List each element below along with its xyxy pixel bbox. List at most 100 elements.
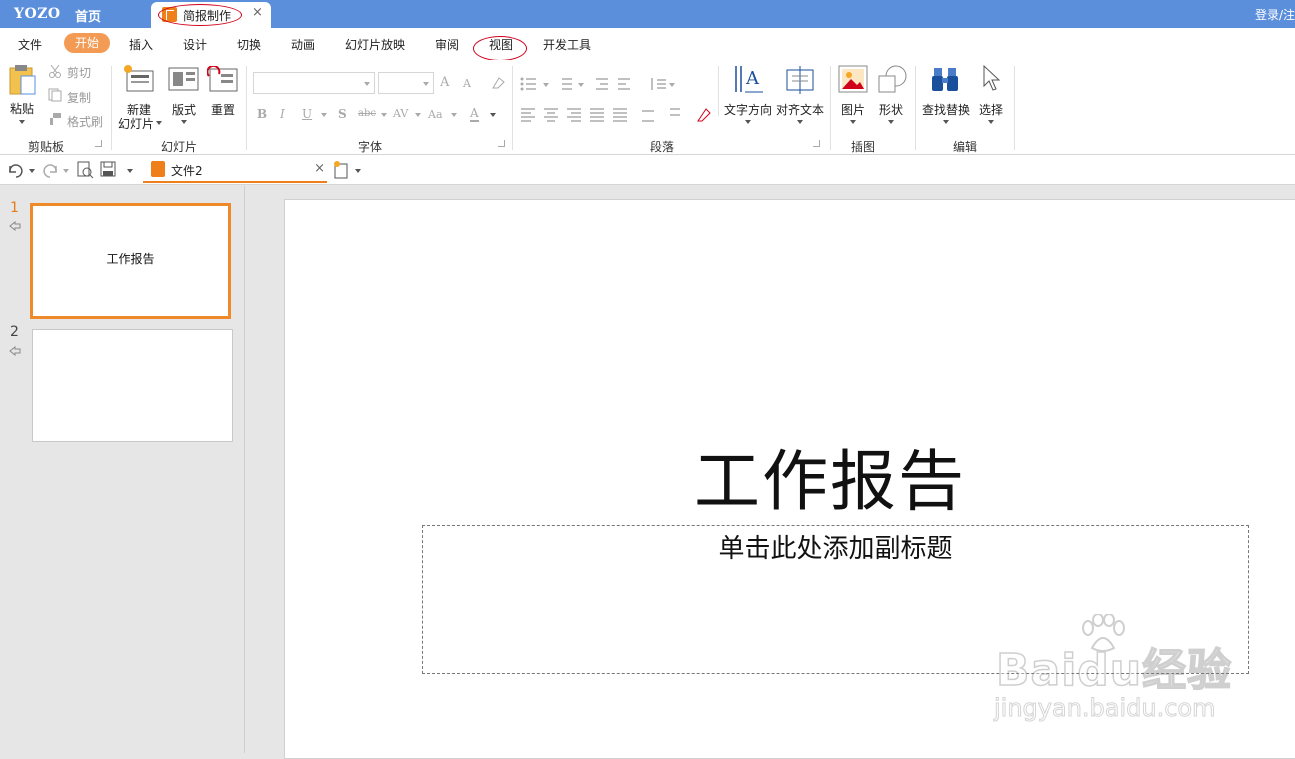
quick-access-bar: 文件2 × xyxy=(0,155,1295,185)
find-replace-dropdown-icon[interactable] xyxy=(943,120,949,124)
redo-icon[interactable] xyxy=(40,162,60,178)
paste-icon[interactable] xyxy=(8,64,38,96)
clear-format-icon[interactable] xyxy=(490,76,506,90)
menu-animations[interactable]: 动画 xyxy=(291,36,315,53)
cursor-arrow-icon[interactable] xyxy=(980,64,1004,96)
thumbnail-title: 工作报告 xyxy=(106,252,155,266)
font-launcher-icon[interactable] xyxy=(498,140,505,147)
layout-dropdown-icon[interactable] xyxy=(181,120,187,124)
new-slide-dropdown-icon[interactable] xyxy=(156,121,162,125)
picture-dropdown-icon[interactable] xyxy=(850,120,856,124)
layout-icon[interactable] xyxy=(168,66,200,94)
new-slide-label-2[interactable]: 幻灯片 xyxy=(118,115,154,132)
title-bar: YOZO 首页 简报制作 × 登录/注 xyxy=(0,0,1295,28)
bold-button[interactable]: B xyxy=(257,107,267,121)
shadow-button[interactable]: S xyxy=(338,107,347,121)
illustration-group-label: 插图 xyxy=(851,140,876,154)
paragraph-launcher-icon[interactable] xyxy=(813,140,820,147)
new-document-icon[interactable] xyxy=(333,161,351,179)
slides-panel: 1 工作报告 2 xyxy=(0,186,245,753)
menu-review[interactable]: 审阅 xyxy=(435,36,459,53)
watermark: Baidu经验 jingyan.baidu.com xyxy=(990,612,1232,724)
copy-icon xyxy=(48,88,62,102)
copy-button[interactable]: 复制 xyxy=(67,89,91,106)
shrink-font-button[interactable]: A xyxy=(463,77,471,90)
slide-title[interactable]: 工作报告 xyxy=(285,428,1295,524)
reset-icon[interactable] xyxy=(207,66,239,94)
slide-thumbnail[interactable]: 工作报告 xyxy=(30,203,231,319)
format-painter-button[interactable]: 格式刷 xyxy=(67,113,103,130)
redo-dropdown-icon[interactable] xyxy=(63,169,69,173)
document-tab[interactable]: 简报制作 × xyxy=(151,2,271,28)
strikethrough-dropdown-icon[interactable] xyxy=(381,113,387,117)
layout-button[interactable]: 版式 xyxy=(172,101,196,118)
italic-button[interactable]: I xyxy=(280,107,285,121)
new-slide-icon[interactable] xyxy=(123,63,155,95)
menu-file[interactable]: 文件 xyxy=(18,36,42,53)
close-tab-icon[interactable]: × xyxy=(252,5,263,20)
numbering-dropdown-icon[interactable] xyxy=(578,83,584,87)
transition-icon xyxy=(9,346,21,356)
align-text-dropdown-icon[interactable] xyxy=(797,120,803,124)
align-text-button[interactable]: 对齐文本 xyxy=(776,101,824,118)
font-family-select[interactable] xyxy=(253,72,375,94)
cut-button[interactable]: 剪切 xyxy=(67,64,91,81)
edit-group-label: 编辑 xyxy=(953,140,978,154)
font-color-button[interactable]: A xyxy=(470,106,479,122)
line-spacing-dropdown-icon[interactable] xyxy=(669,83,675,87)
new-document-dropdown-icon[interactable] xyxy=(355,169,361,173)
menu-transitions[interactable]: 切换 xyxy=(237,36,261,53)
font-size-select[interactable] xyxy=(378,72,434,94)
menu-developer[interactable]: 开发工具 xyxy=(543,36,591,53)
grow-font-button[interactable]: A xyxy=(440,75,449,90)
shape-dropdown-icon[interactable] xyxy=(888,120,894,124)
change-case-button[interactable]: Aa xyxy=(428,108,443,121)
save-icon[interactable] xyxy=(100,161,118,179)
print-preview-icon[interactable] xyxy=(76,161,94,179)
home-tab[interactable]: 首页 xyxy=(75,6,101,25)
char-spacing-button[interactable]: AV xyxy=(393,107,408,120)
subtitle-placeholder-text: 单击此处添加副标题 xyxy=(718,534,953,564)
file-tab[interactable]: 文件2 × xyxy=(143,158,327,183)
svg-text:A: A xyxy=(745,68,760,89)
paragraph-group-label: 段落 xyxy=(650,140,675,154)
binoculars-icon[interactable] xyxy=(930,64,962,96)
login-link[interactable]: 登录/注 xyxy=(1255,6,1295,23)
paste-button[interactable]: 粘贴 xyxy=(10,100,34,117)
paste-dropdown-icon[interactable] xyxy=(19,120,25,124)
font-group-label: 字体 xyxy=(358,140,383,154)
undo-icon[interactable] xyxy=(6,162,26,178)
slide-thumbnail[interactable] xyxy=(32,329,233,442)
char-spacing-dropdown-icon[interactable] xyxy=(415,113,421,117)
underline-button[interactable]: U xyxy=(302,107,312,121)
text-direction-icon[interactable]: A xyxy=(733,64,765,96)
text-direction-button[interactable]: 文字方向 xyxy=(724,101,772,118)
find-replace-button[interactable]: 查找替换 xyxy=(922,101,970,118)
undo-dropdown-icon[interactable] xyxy=(29,169,35,173)
font-color-dropdown-icon[interactable] xyxy=(490,113,496,117)
underline-dropdown-icon[interactable] xyxy=(321,113,327,117)
shape-button[interactable]: 形状 xyxy=(879,101,903,118)
text-direction-dropdown-icon[interactable] xyxy=(745,120,751,124)
select-button[interactable]: 选择 xyxy=(979,101,1003,118)
bullets-dropdown-icon[interactable] xyxy=(543,83,549,87)
shape-icon[interactable] xyxy=(876,64,908,96)
menu-design[interactable]: 设计 xyxy=(183,36,207,53)
menu-home[interactable]: 开始 xyxy=(64,33,110,53)
clipboard-launcher-icon[interactable] xyxy=(95,140,102,147)
picture-icon[interactable] xyxy=(838,64,870,96)
align-text-icon[interactable] xyxy=(785,64,817,96)
strikethrough-button[interactable]: abc xyxy=(358,108,376,119)
reset-button[interactable]: 重置 xyxy=(211,101,235,118)
close-file-icon[interactable]: × xyxy=(314,161,325,176)
select-dropdown-icon[interactable] xyxy=(988,120,994,124)
transition-icon xyxy=(9,221,21,231)
menu-insert[interactable]: 插入 xyxy=(129,36,153,53)
change-case-dropdown-icon[interactable] xyxy=(451,113,457,117)
group-divider xyxy=(830,66,831,150)
picture-button[interactable]: 图片 xyxy=(841,101,865,118)
chevron-down-icon xyxy=(423,82,429,86)
customize-qat-icon[interactable] xyxy=(127,169,133,173)
menu-slideshow[interactable]: 幻灯片放映 xyxy=(345,36,405,53)
group-divider xyxy=(512,66,513,150)
